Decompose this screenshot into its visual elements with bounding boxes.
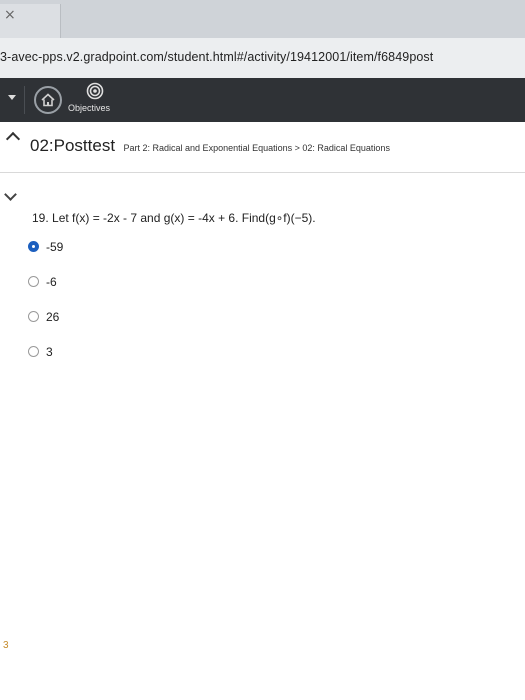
radio-icon[interactable] xyxy=(28,311,39,322)
answer-label: -59 xyxy=(46,240,64,254)
page-title: 02:Posttest Part 2: Radical and Exponent… xyxy=(30,136,390,156)
activity-title: 02:Posttest xyxy=(30,136,116,155)
toolbar-divider xyxy=(24,86,25,114)
objectives-label[interactable]: Objectives xyxy=(68,103,110,113)
radio-selected-icon[interactable] xyxy=(28,241,39,252)
activity-header: 02:Posttest Part 2: Radical and Exponent… xyxy=(0,122,525,172)
radio-icon[interactable] xyxy=(28,276,39,287)
home-button[interactable] xyxy=(34,86,62,114)
menu-caret-icon[interactable] xyxy=(8,95,16,100)
browser-tab[interactable]: × xyxy=(0,4,61,38)
answer-label: 26 xyxy=(46,310,60,324)
url-text[interactable]: 3-avec-pps.v2.gradpoint.com/student.html… xyxy=(0,50,433,64)
expand-down-icon[interactable] xyxy=(4,188,17,201)
app-toolbar: Objectives xyxy=(0,78,525,122)
home-icon xyxy=(41,93,55,107)
radio-icon[interactable] xyxy=(28,346,39,357)
activity-breadcrumb: Part 2: Radical and Exponential Equation… xyxy=(123,143,390,153)
address-bar[interactable]: 3-avec-pps.v2.gradpoint.com/student.html… xyxy=(0,38,525,79)
side-mark: 3 xyxy=(3,640,9,651)
objectives-icon[interactable] xyxy=(86,82,104,100)
answer-label: -6 xyxy=(46,275,57,289)
browser-tab-strip: × xyxy=(0,0,525,39)
answer-label: 3 xyxy=(46,345,53,359)
question-text: 19. Let f(x) = -2x - 7 and g(x) = -4x + … xyxy=(32,211,316,225)
header-divider xyxy=(0,172,525,173)
collapse-up-icon[interactable] xyxy=(5,131,21,147)
tab-close-icon[interactable]: × xyxy=(4,8,16,22)
